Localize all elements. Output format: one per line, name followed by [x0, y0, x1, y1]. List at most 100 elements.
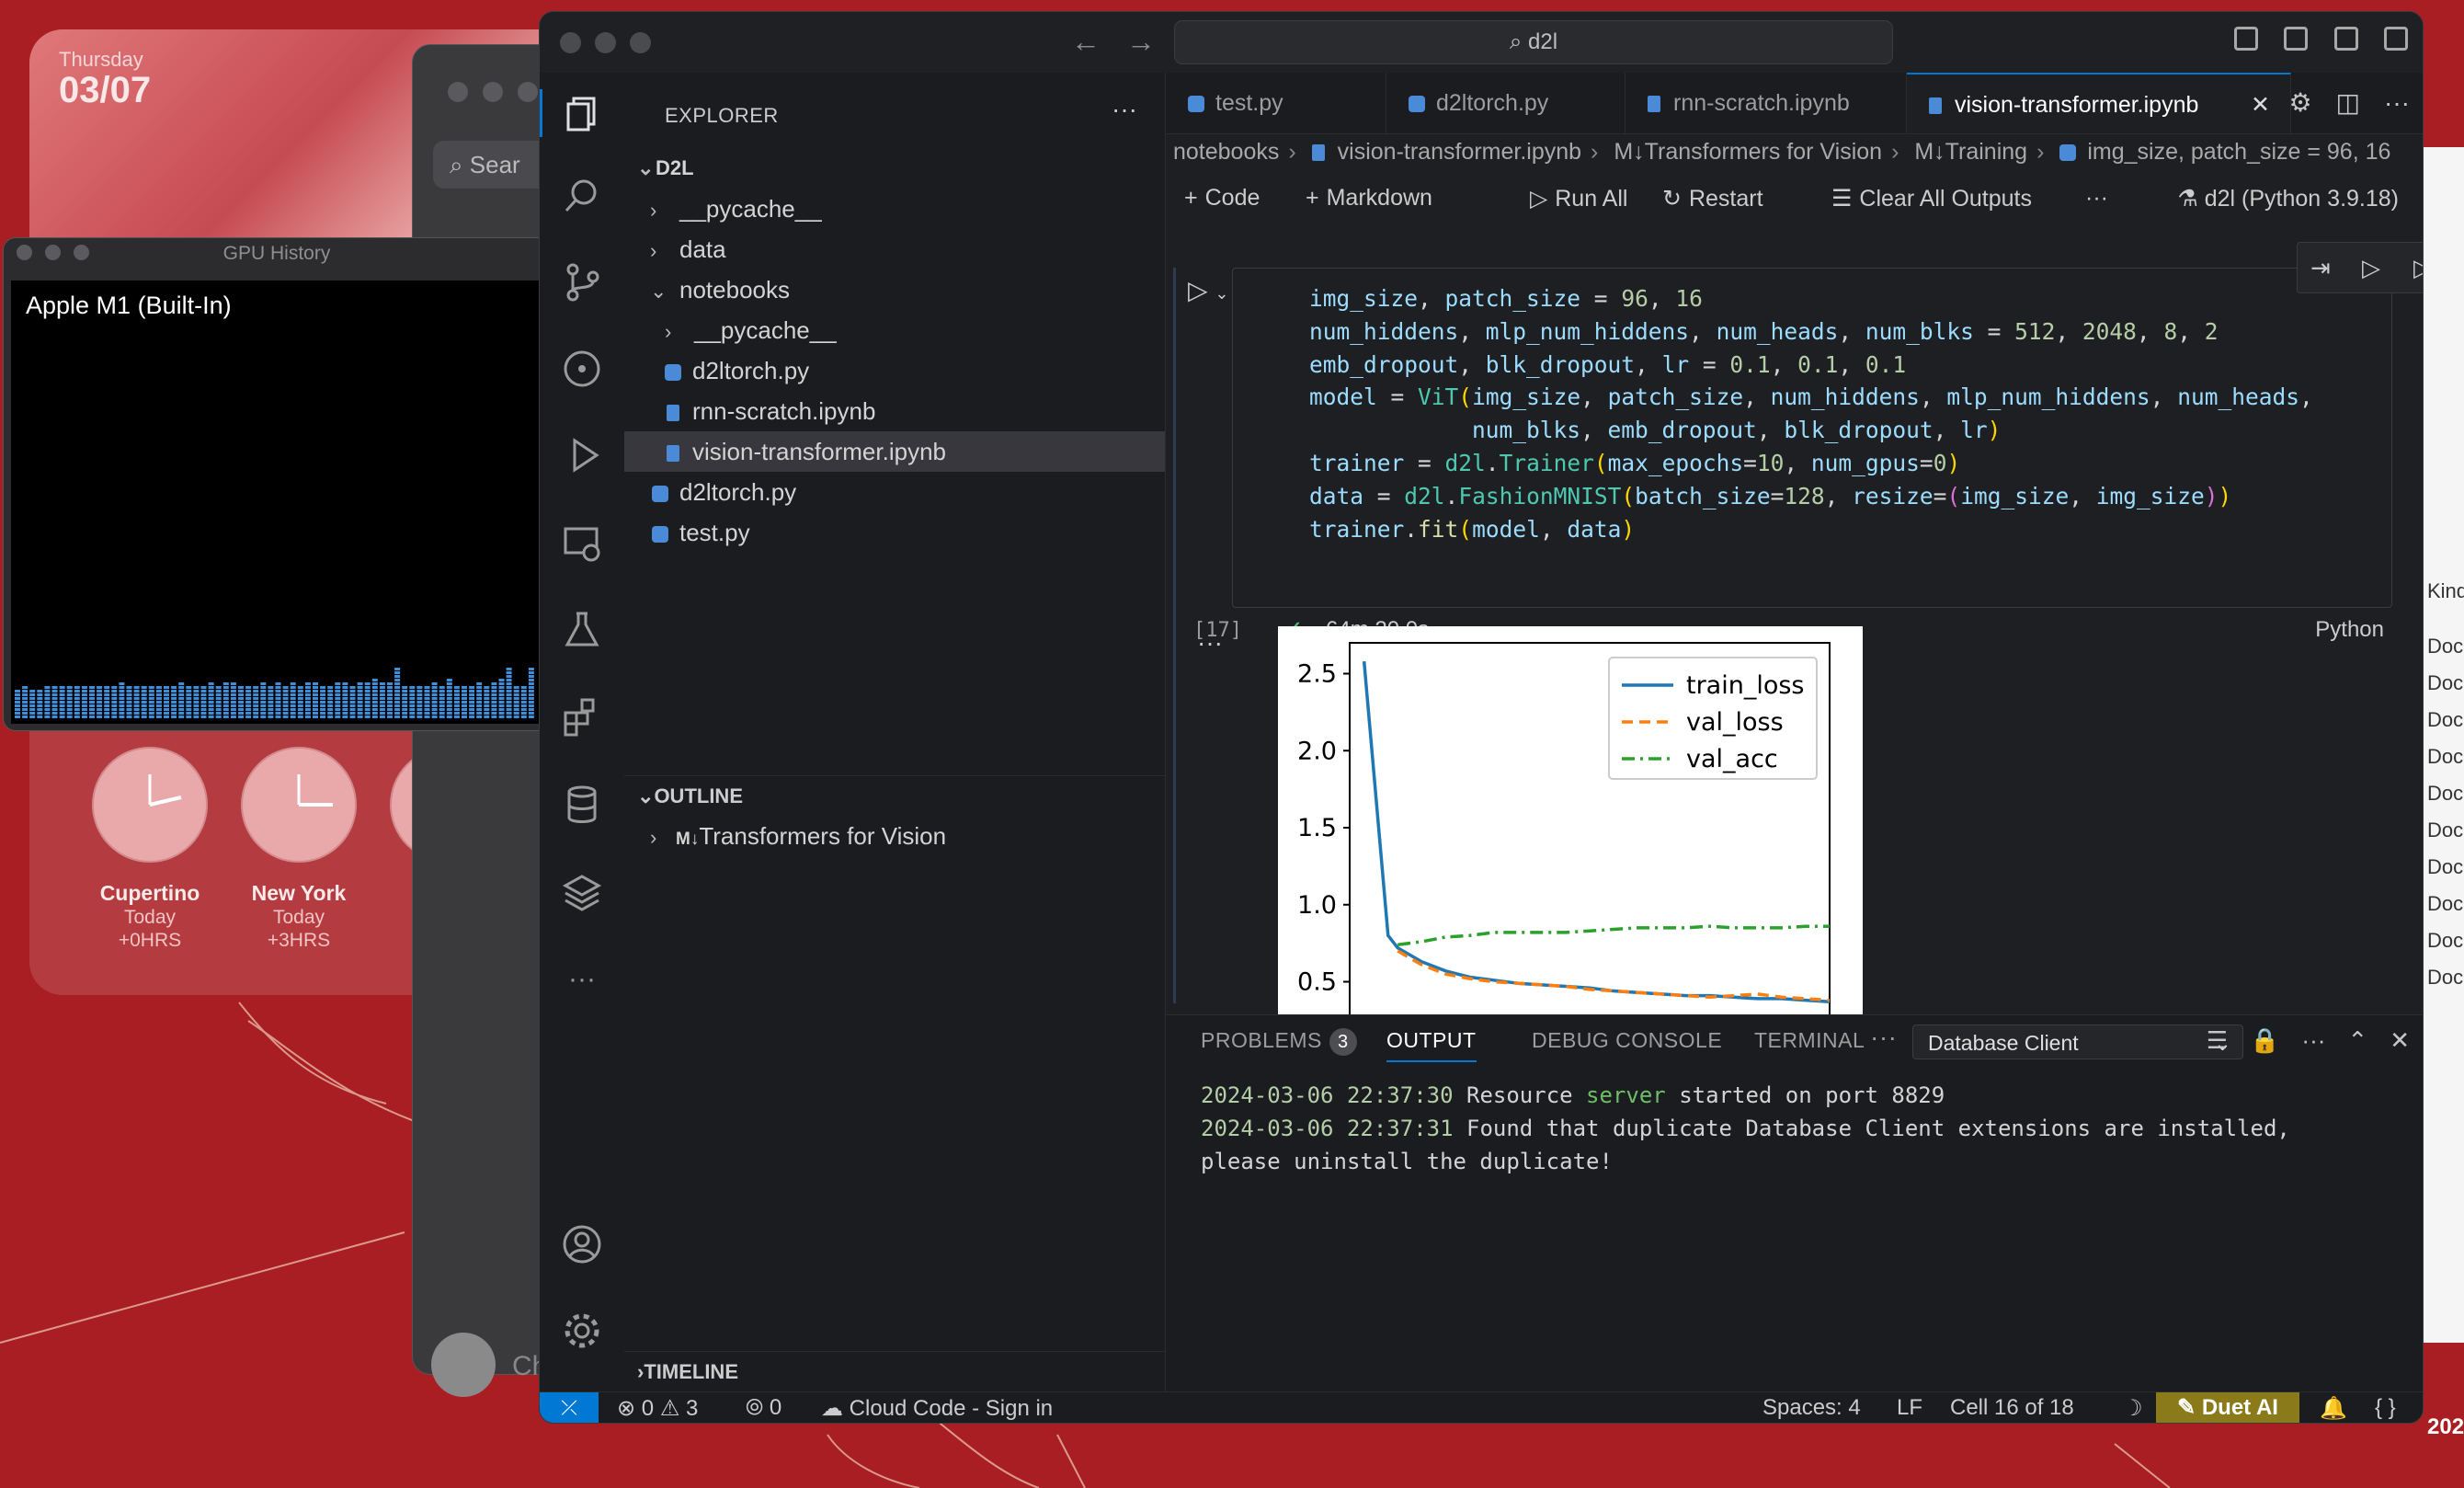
chevron-down-icon[interactable]: ⌄: [1215, 284, 1228, 303]
status-bar[interactable]: ⤫ ⊗ 0 ⚠ 3 ⦾ 0 ☁ Cloud Code - Sign in Spa…: [540, 1391, 2423, 1423]
breadcrumb-item[interactable]: img_size, patch_size = 96, 16: [2087, 139, 2390, 165]
breadcrumb[interactable]: notebooks › vision-transformer.ipynb › M↓T…: [1173, 139, 2390, 166]
outline-section-header[interactable]: ⌄OUTLINE: [624, 775, 1165, 817]
cloud-code-status[interactable]: ☁ Cloud Code - Sign in: [821, 1395, 1053, 1422]
cell-position-status[interactable]: Cell 16 of 18: [1950, 1395, 2074, 1421]
toggle-sidebar-icon[interactable]: [2233, 27, 2258, 51]
tree-item-rnn-scratch[interactable]: rnn-scratch.ipynb: [624, 391, 1165, 431]
account-icon[interactable]: [558, 1220, 606, 1268]
list-item[interactable]: Doc: [2427, 708, 2463, 732]
more-actions-icon[interactable]: ···: [1870, 1023, 1897, 1052]
clear-outputs-button[interactable]: ☰ Clear All Outputs: [1831, 185, 2032, 212]
timeline-section-header[interactable]: ›TIMELINE: [624, 1351, 1165, 1392]
explorer-icon[interactable]: [540, 89, 627, 137]
cell-toolbar[interactable]: ⇥ ▷ ▷ ⊟ ··· 🗑: [2297, 242, 2423, 293]
list-item[interactable]: Doc: [2427, 892, 2463, 916]
customize-layout-icon[interactable]: [2384, 27, 2408, 51]
outline-item[interactable]: › M↓Transformers for Vision: [624, 816, 1165, 856]
list-item[interactable]: Doc: [2427, 855, 2463, 879]
list-item[interactable]: Doc: [2427, 966, 2463, 990]
output-more-icon[interactable]: ···: [1197, 628, 1223, 658]
vscode-window[interactable]: ← → ⌕ d2l ··· EXPLORER ··· ⌄D2L › __pyca…: [539, 11, 2424, 1424]
tree-item-pycache-nested[interactable]: › __pycache__: [624, 310, 1165, 350]
layout-controls[interactable]: [2212, 27, 2408, 55]
more-actions-icon[interactable]: ···: [2301, 1026, 2325, 1054]
extensions-icon[interactable]: [558, 692, 606, 740]
panel-tabs[interactable]: PROBLEMS 3 OUTPUT DEBUG CONSOLE TERMINAL …: [1166, 1015, 2423, 1063]
tab-test-py[interactable]: test.py: [1166, 73, 1386, 133]
tree-item-vision-transformer[interactable]: vision-transformer.ipynb: [624, 431, 1165, 472]
remote-explorer-icon[interactable]: [558, 520, 606, 567]
toggle-panel-icon[interactable]: [2284, 27, 2309, 51]
gear-icon[interactable]: [558, 1307, 606, 1355]
titlebar[interactable]: ← → ⌕ d2l: [540, 12, 2423, 74]
more-actions-icon[interactable]: ···: [1112, 95, 1137, 124]
panel-actions[interactable]: ☰ 🔒 ··· ⌃ ✕: [2185, 1026, 2410, 1055]
git-graph-icon[interactable]: [558, 345, 606, 393]
editor-area[interactable]: test.py d2ltorch.py rnn-scratch.ipynb vi…: [1166, 73, 2423, 1014]
tree-item-data[interactable]: › data: [624, 229, 1165, 269]
execute-below-icon[interactable]: ▷: [2362, 254, 2380, 282]
database-icon[interactable]: [558, 781, 606, 829]
tab-d2ltorch-py[interactable]: d2ltorch.py: [1386, 73, 1626, 133]
activity-bar[interactable]: ···: [540, 73, 625, 1391]
tree-root[interactable]: ⌄D2L: [624, 148, 1165, 189]
execute-and-below-icon[interactable]: ▷: [2413, 254, 2423, 282]
add-code-cell-button[interactable]: + Code: [1184, 185, 1260, 212]
add-markdown-cell-button[interactable]: + Markdown: [1306, 185, 1432, 212]
split-editor-icon[interactable]: ◫: [2336, 88, 2360, 117]
window-controls[interactable]: [560, 32, 665, 58]
editor-tabs[interactable]: test.py d2ltorch.py rnn-scratch.ipynb vi…: [1166, 73, 2423, 134]
restart-button[interactable]: ↻ Restart: [1662, 185, 1763, 212]
gpu-titlebar[interactable]: GPU History: [4, 238, 550, 269]
gpu-history-window[interactable]: GPU History Apple M1 (Built-In): [3, 237, 551, 731]
breadcrumb-item[interactable]: vision-transformer.ipynb: [1338, 139, 1581, 165]
source-control-icon[interactable]: [558, 258, 606, 306]
indentation-status[interactable]: Spaces: 4: [1762, 1395, 1861, 1421]
tree-item-notebooks[interactable]: ⌄ notebooks: [624, 269, 1165, 310]
breadcrumb-item[interactable]: M↓Training: [1914, 139, 2027, 165]
run-cell-button[interactable]: ▷ ⌄: [1188, 275, 1228, 305]
notebook-toolbar[interactable]: + Code + Markdown ▷ Run All ↻ Restart ☰ Clear…: [1166, 177, 2423, 222]
tree-item-test[interactable]: test.py: [624, 512, 1165, 553]
gear-icon[interactable]: ⚙: [2288, 88, 2311, 117]
tab-terminal[interactable]: TERMINAL: [1754, 1028, 1865, 1053]
list-item[interactable]: Doc: [2427, 818, 2463, 842]
notifications-bell-icon[interactable]: 🔔: [2320, 1395, 2347, 1422]
eol-status[interactable]: LF: [1897, 1395, 1922, 1421]
list-item[interactable]: Doc: [2427, 782, 2463, 806]
maximize-panel-icon[interactable]: ⌃: [2347, 1026, 2367, 1054]
list-item[interactable]: Doc: [2427, 929, 2463, 953]
output-log[interactable]: 2024-03-06 22:37:30 Resource server star…: [1201, 1080, 2378, 1178]
bottom-panel[interactable]: PROBLEMS 3 OUTPUT DEBUG CONSOLE TERMINAL …: [1166, 1014, 2423, 1392]
layers-icon[interactable]: [558, 869, 606, 917]
explorer-sidebar[interactable]: EXPLORER ··· ⌄D2L › __pycache__ › data ⌄ no…: [624, 73, 1166, 1391]
tab-output[interactable]: OUTPUT: [1386, 1028, 1477, 1062]
execute-above-icon[interactable]: ⇥: [2310, 254, 2331, 282]
forward-arrow-icon[interactable]: →: [1126, 25, 1156, 58]
tree-item-d2ltorch[interactable]: d2ltorch.py: [624, 472, 1165, 512]
window-controls[interactable]: [17, 245, 102, 265]
cell-language-picker[interactable]: Python: [2315, 617, 2384, 643]
filter-list-icon[interactable]: ☰: [2207, 1026, 2228, 1054]
problems-status[interactable]: ⊗ 0 ⚠ 3: [617, 1395, 698, 1422]
tree-item-pycache[interactable]: › __pycache__: [624, 189, 1165, 229]
run-all-button[interactable]: ▷ Run All: [1530, 185, 1627, 212]
search-icon[interactable]: [558, 172, 606, 220]
avatar[interactable]: [431, 1333, 496, 1397]
run-debug-icon[interactable]: [558, 431, 606, 479]
finder-window-partial[interactable]: Kind Doc Doc Doc Doc Doc Doc Doc Doc Doc…: [2422, 147, 2464, 1343]
command-center-search[interactable]: ⌕ d2l: [1174, 20, 1893, 64]
list-item[interactable]: Doc: [2427, 671, 2463, 695]
more-views-icon[interactable]: ···: [558, 956, 606, 1003]
more-actions-icon[interactable]: ···: [2085, 185, 2108, 212]
column-header-kind[interactable]: Kind: [2427, 579, 2464, 603]
close-icon[interactable]: ✕: [2390, 1026, 2410, 1054]
ports-status[interactable]: ⦾ 0: [746, 1395, 781, 1421]
testing-flask-icon[interactable]: [558, 606, 606, 654]
breadcrumb-item[interactable]: M↓Transformers for Vision: [1614, 139, 1882, 165]
breadcrumb-item[interactable]: notebooks: [1173, 139, 1279, 165]
tab-rnn-scratch[interactable]: rnn-scratch.ipynb: [1626, 73, 1907, 133]
feedback-icon[interactable]: { }: [2375, 1395, 2396, 1421]
window-controls[interactable]: [448, 82, 553, 107]
